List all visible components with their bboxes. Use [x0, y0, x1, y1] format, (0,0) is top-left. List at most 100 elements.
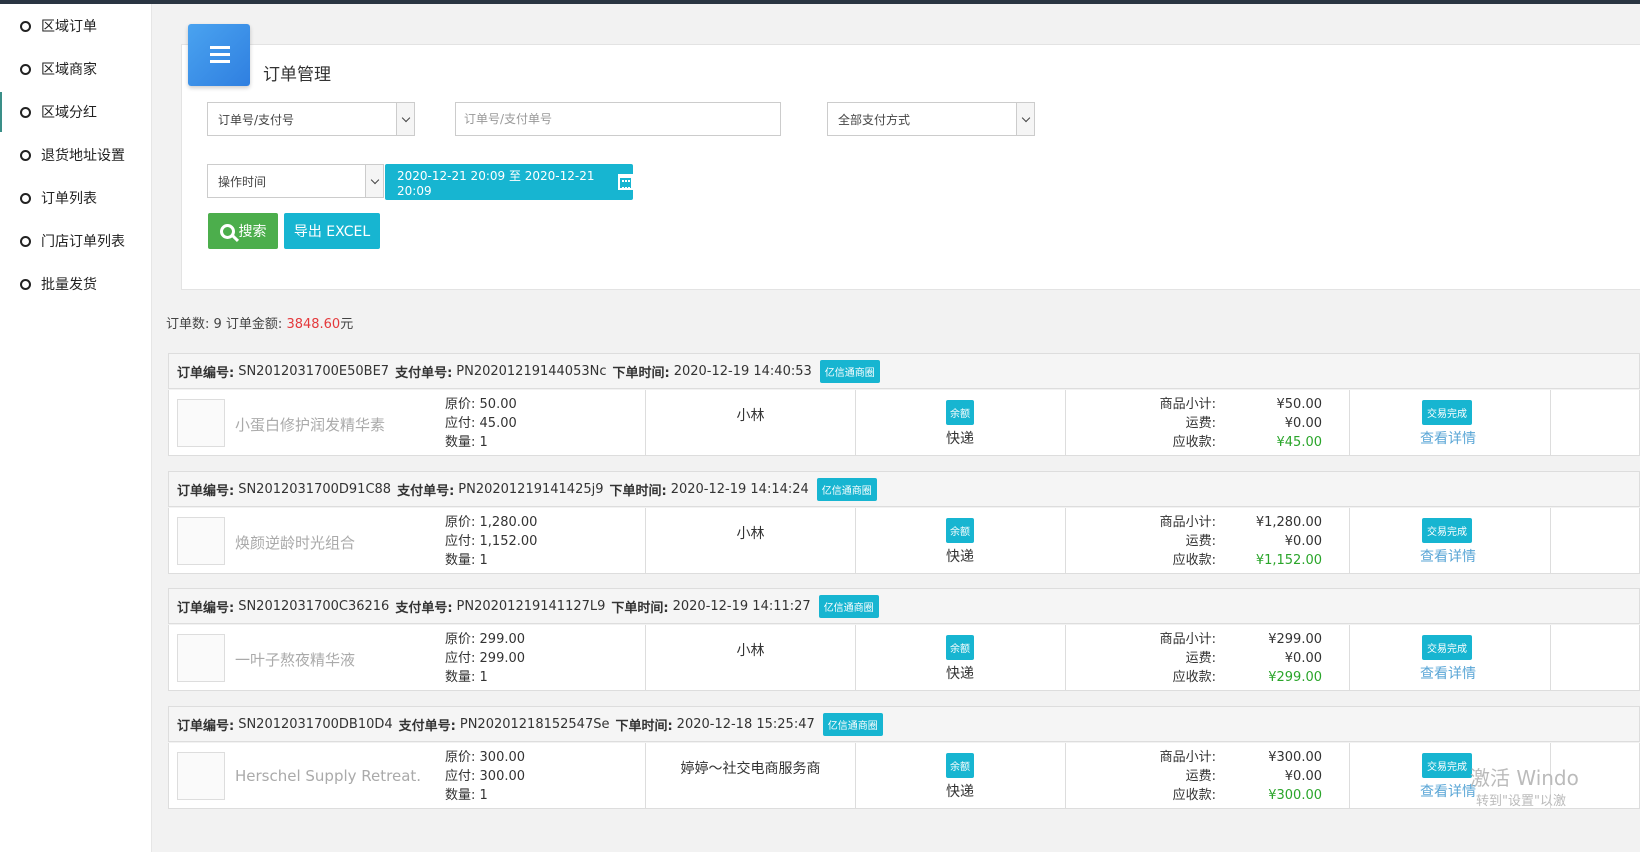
date-range-picker[interactable]: 2020-12-21 20:09 至 2020-12-21 20:09	[385, 164, 633, 200]
subtotal-value: ¥299.00	[1268, 632, 1322, 647]
order-header: 订单编号: SN2012031700C36216 支付单号: PN202012191…	[168, 588, 1640, 624]
time-type-select[interactable]: 操作时间	[207, 164, 384, 198]
product-cell: 小蛋白修护润发精华素 原价: 50.00 应付: 45.00 数量: 1	[169, 390, 646, 456]
order-time: 2020-12-19 14:11:27	[672, 598, 811, 614]
totals-cell: 商品小计: ¥1,280.00 运费: ¥0.00 应收款: ¥1,152.00	[1066, 508, 1350, 574]
sidebar-item-order-list[interactable]: 订单列表	[0, 178, 150, 218]
buyer-name: 小林	[736, 526, 765, 542]
original-price-label: 原价:	[445, 632, 476, 647]
search-button-label: 搜索	[238, 224, 267, 240]
buyer-cell: 小林	[646, 390, 856, 456]
source-badge: 亿信通商圈	[816, 477, 877, 501]
view-detail-link[interactable]: 查看详情	[1420, 546, 1476, 566]
export-excel-button[interactable]: 导出 EXCEL	[284, 213, 380, 249]
subtotal-value: ¥1,280.00	[1255, 515, 1322, 530]
product-name[interactable]: Herschel Supply Retreat...	[235, 767, 421, 785]
payable-price: 300.00	[479, 769, 526, 784]
freight-label: 运费:	[1185, 416, 1216, 431]
product-thumbnail	[177, 752, 225, 800]
sidebar-item-label: 订单列表	[41, 191, 97, 207]
order-header: 订单编号: SN2012031700D91C88 支付单号: PN202012191…	[168, 471, 1640, 507]
ship-type: 快递	[946, 431, 974, 447]
circle-icon	[20, 20, 31, 32]
pay-badge: 余额	[946, 518, 974, 543]
order-header: 订单编号: SN2012031700E50BE7 支付单号: PN202012191…	[168, 353, 1640, 389]
order-header: 订单编号: SN2012031700DB10D4 支付单号: PN202012181…	[168, 706, 1640, 742]
sidebar: 区域订单 区域商家 区域分红 退货地址设置 订单列表 门店订单列表 批量发货	[0, 4, 152, 852]
ship-type: 快递	[946, 666, 974, 682]
ship-type: 快递	[946, 784, 974, 800]
export-button-label: 导出 EXCEL	[293, 224, 371, 240]
original-price: 300.00	[479, 750, 526, 765]
sidebar-item-region-merchants[interactable]: 区域商家	[0, 49, 150, 89]
search-button[interactable]: 搜索	[208, 213, 278, 249]
product-name[interactable]: 一叶子熬夜精华液	[235, 649, 421, 670]
price-info: 原价: 300.00 应付: 300.00 数量: 1	[445, 748, 525, 805]
payable-price: 45.00	[479, 416, 517, 431]
sidebar-item-region-orders[interactable]: 区域订单	[0, 6, 150, 46]
pay-no: PN20201219141127L9	[456, 598, 606, 614]
price-info: 原价: 1,280.00 应付: 1,152.00 数量: 1	[445, 513, 537, 570]
subtotal-label: 商品小计:	[1159, 750, 1216, 765]
view-detail-link[interactable]: 查看详情	[1420, 663, 1476, 683]
buyer-name: 婷婷～社交电商服务商	[680, 761, 821, 777]
circle-icon	[20, 149, 31, 161]
status-badge: 交易完成	[1422, 400, 1472, 425]
quantity-label: 数量:	[445, 553, 476, 568]
circle-icon	[20, 235, 31, 247]
subtotal-value: ¥50.00	[1276, 397, 1323, 412]
circle-icon	[20, 192, 31, 204]
sidebar-item-region-dividend[interactable]: 区域分红	[0, 92, 150, 132]
sidebar-item-return-address[interactable]: 退货地址设置	[0, 135, 150, 175]
source-badge: 亿信通商圈	[822, 712, 883, 736]
product-name[interactable]: 小蛋白修护润发精华素	[235, 414, 421, 435]
view-detail-link[interactable]: 查看详情	[1420, 428, 1476, 448]
receivable-value: ¥1,152.00	[1255, 553, 1322, 568]
order-row: 一叶子熬夜精华液 原价: 299.00 应付: 299.00 数量: 1 小林 …	[168, 625, 1640, 691]
payable-label: 应付:	[445, 769, 476, 784]
summary-unit: 元	[340, 317, 354, 332]
chevron-down-icon	[396, 103, 414, 135]
order-no-label: 订单编号:	[177, 600, 235, 616]
view-detail-link[interactable]: 查看详情	[1420, 781, 1476, 801]
sidebar-item-label: 区域分红	[41, 105, 97, 121]
original-price: 50.00	[479, 397, 517, 412]
subtotal-label: 商品小计:	[1159, 632, 1216, 647]
receivable-label: 应收款:	[1172, 670, 1216, 685]
search-input[interactable]	[455, 102, 781, 136]
receivable-value: ¥299.00	[1268, 670, 1322, 685]
buyer-name: 小林	[736, 643, 765, 659]
order-no: SN2012031700D91C88	[238, 481, 392, 497]
date-range-value: 2020-12-21 20:09 至 2020-12-21 20:09	[397, 168, 595, 198]
product-name[interactable]: 焕颜逆龄时光组合	[235, 532, 421, 553]
status-badge: 交易完成	[1422, 635, 1472, 660]
original-price: 1,280.00	[479, 515, 538, 530]
sidebar-item-label: 区域订单	[41, 19, 97, 35]
order-no-label: 订单编号:	[177, 483, 235, 499]
quantity: 1	[479, 553, 488, 568]
quantity: 1	[479, 670, 488, 685]
pay-no: PN20201219141425j9	[458, 481, 604, 497]
buyer-name: 小林	[736, 408, 765, 424]
totals-cell: 商品小计: ¥299.00 运费: ¥0.00 应收款: ¥299.00	[1066, 625, 1350, 691]
freight-value: ¥0.00	[1284, 416, 1322, 431]
sidebar-item-store-orders[interactable]: 门店订单列表	[0, 221, 150, 261]
receivable-label: 应收款:	[1172, 788, 1216, 803]
receivable-value: ¥300.00	[1268, 788, 1322, 803]
calendar-icon	[618, 174, 633, 190]
pay-method-select[interactable]: 全部支付方式	[827, 102, 1035, 136]
pay-badge: 余额	[946, 635, 974, 660]
price-info: 原价: 299.00 应付: 299.00 数量: 1	[445, 630, 525, 687]
freight-label: 运费:	[1185, 769, 1216, 784]
sidebar-item-batch-ship[interactable]: 批量发货	[0, 264, 150, 304]
quantity-label: 数量:	[445, 435, 476, 450]
ship-type: 快递	[946, 549, 974, 565]
payable-label: 应付:	[445, 416, 476, 431]
search-type-select[interactable]: 订单号/支付号	[207, 102, 415, 136]
pay-badge: 余额	[946, 400, 974, 425]
sidebar-item-label: 批量发货	[41, 277, 97, 293]
order-no: SN2012031700C36216	[238, 598, 390, 614]
order-time: 2020-12-19 14:40:53	[673, 363, 812, 379]
status-cell: 交易完成 查看详情	[1350, 390, 1551, 456]
status-badge: 交易完成	[1422, 753, 1472, 778]
